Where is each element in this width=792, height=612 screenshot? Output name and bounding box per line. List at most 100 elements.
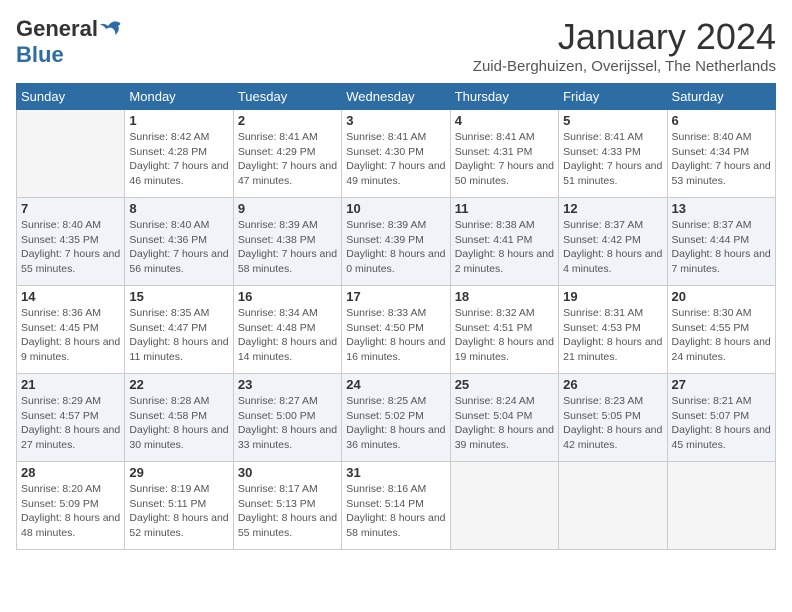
calendar-cell [17, 110, 125, 198]
calendar-week-row: 1 Sunrise: 8:42 AMSunset: 4:28 PMDaylight… [17, 110, 776, 198]
calendar-cell: 31Sunrise: 8:16 AMSunset: 5:14 PMDayligh… [342, 462, 450, 550]
day-detail: Sunrise: 8:42 AMSunset: 4:28 PMDaylight:… [129, 130, 228, 189]
logo-blue: Blue [16, 42, 64, 68]
day-number: 4 [455, 113, 554, 128]
calendar-cell: 19 Sunrise: 8:31 AMSunset: 4:53 PMDayligh… [559, 286, 667, 374]
logo-bird-icon [100, 20, 122, 38]
day-number: 30 [238, 465, 337, 480]
day-number: 23 [238, 377, 337, 392]
calendar-cell: 13 Sunrise: 8:37 AMSunset: 4:44 PMDayligh… [667, 198, 775, 286]
day-detail: Sunrise: 8:31 AMSunset: 4:53 PMDaylight:… [563, 306, 662, 365]
day-number: 7 [21, 201, 120, 216]
calendar-cell: 29 Sunrise: 8:19 AMSunset: 5:11 PMDayligh… [125, 462, 233, 550]
title-block: January 2024 Zuid-Berghuizen, Overijssel… [473, 16, 776, 75]
day-detail: Sunrise: 8:35 AMSunset: 4:47 PMDaylight:… [129, 306, 228, 365]
calendar-cell: 4 Sunrise: 8:41 AMSunset: 4:31 PMDaylight… [450, 110, 558, 198]
subtitle: Zuid-Berghuizen, Overijssel, The Netherl… [473, 58, 776, 75]
day-number: 11 [455, 201, 554, 216]
day-detail: Sunrise: 8:39 AMSunset: 4:38 PMDaylight:… [238, 218, 337, 277]
calendar-cell: 23Sunrise: 8:27 AMSunset: 5:00 PMDayligh… [233, 374, 341, 462]
logo: General Blue [16, 16, 122, 68]
calendar-cell: 15 Sunrise: 8:35 AMSunset: 4:47 PMDayligh… [125, 286, 233, 374]
day-number: 17 [346, 289, 445, 304]
day-detail: Sunrise: 8:21 AMSunset: 5:07 PMDaylight:… [672, 394, 771, 453]
day-detail: Sunrise: 8:41 AMSunset: 4:33 PMDaylight:… [563, 130, 662, 189]
day-number: 5 [563, 113, 662, 128]
day-number: 18 [455, 289, 554, 304]
day-detail: Sunrise: 8:41 AMSunset: 4:30 PMDaylight:… [346, 130, 445, 189]
day-number: 27 [672, 377, 771, 392]
day-detail: Sunrise: 8:40 AMSunset: 4:34 PMDaylight:… [672, 130, 771, 189]
day-number: 28 [21, 465, 120, 480]
month-title: January 2024 [473, 16, 776, 58]
calendar-cell: 2 Sunrise: 8:41 AMSunset: 4:29 PMDaylight… [233, 110, 341, 198]
day-detail: Sunrise: 8:29 AMSunset: 4:57 PMDaylight:… [21, 394, 120, 453]
calendar-table: SundayMondayTuesdayWednesdayThursdayFrid… [16, 83, 776, 550]
day-detail: Sunrise: 8:40 AMSunset: 4:35 PMDaylight:… [21, 218, 120, 277]
day-detail: Sunrise: 8:37 AMSunset: 4:44 PMDaylight:… [672, 218, 771, 277]
day-number: 19 [563, 289, 662, 304]
calendar-cell: 1 Sunrise: 8:42 AMSunset: 4:28 PMDaylight… [125, 110, 233, 198]
calendar-cell: 20 Sunrise: 8:30 AMSunset: 4:55 PMDayligh… [667, 286, 775, 374]
calendar-week-row: 7 Sunrise: 8:40 AMSunset: 4:35 PMDaylight… [17, 198, 776, 286]
day-number: 8 [129, 201, 228, 216]
calendar-week-row: 21Sunrise: 8:29 AMSunset: 4:57 PMDayligh… [17, 374, 776, 462]
day-header-tuesday: Tuesday [233, 84, 341, 110]
calendar-cell: 28 Sunrise: 8:20 AMSunset: 5:09 PMDayligh… [17, 462, 125, 550]
calendar-cell [667, 462, 775, 550]
day-number: 29 [129, 465, 228, 480]
calendar-cell: 10 Sunrise: 8:39 AMSunset: 4:39 PMDayligh… [342, 198, 450, 286]
calendar-cell: 12 Sunrise: 8:37 AMSunset: 4:42 PMDayligh… [559, 198, 667, 286]
day-detail: Sunrise: 8:16 AMSunset: 5:14 PMDaylight:… [346, 482, 445, 541]
day-number: 13 [672, 201, 771, 216]
day-detail: Sunrise: 8:40 AMSunset: 4:36 PMDaylight:… [129, 218, 228, 277]
day-number: 6 [672, 113, 771, 128]
day-detail: Sunrise: 8:38 AMSunset: 4:41 PMDaylight:… [455, 218, 554, 277]
calendar-cell: 22 Sunrise: 8:28 AMSunset: 4:58 PMDayligh… [125, 374, 233, 462]
day-number: 22 [129, 377, 228, 392]
calendar-cell: 14 Sunrise: 8:36 AMSunset: 4:45 PMDayligh… [17, 286, 125, 374]
day-detail: Sunrise: 8:19 AMSunset: 5:11 PMDaylight:… [129, 482, 228, 541]
day-number: 3 [346, 113, 445, 128]
calendar-cell: 3 Sunrise: 8:41 AMSunset: 4:30 PMDaylight… [342, 110, 450, 198]
calendar-cell: 11 Sunrise: 8:38 AMSunset: 4:41 PMDayligh… [450, 198, 558, 286]
day-detail: Sunrise: 8:32 AMSunset: 4:51 PMDaylight:… [455, 306, 554, 365]
day-number: 20 [672, 289, 771, 304]
day-header-wednesday: Wednesday [342, 84, 450, 110]
calendar-cell: 25 Sunrise: 8:24 AMSunset: 5:04 PMDayligh… [450, 374, 558, 462]
calendar-cell: 8 Sunrise: 8:40 AMSunset: 4:36 PMDaylight… [125, 198, 233, 286]
day-number: 14 [21, 289, 120, 304]
day-detail: Sunrise: 8:37 AMSunset: 4:42 PMDaylight:… [563, 218, 662, 277]
calendar-header-row: SundayMondayTuesdayWednesdayThursdayFrid… [17, 84, 776, 110]
calendar-cell: 26Sunrise: 8:23 AMSunset: 5:05 PMDayligh… [559, 374, 667, 462]
day-detail: Sunrise: 8:23 AMSunset: 5:05 PMDaylight:… [563, 394, 662, 453]
day-header-sunday: Sunday [17, 84, 125, 110]
day-number: 25 [455, 377, 554, 392]
calendar-cell: 6 Sunrise: 8:40 AMSunset: 4:34 PMDaylight… [667, 110, 775, 198]
day-number: 16 [238, 289, 337, 304]
day-number: 15 [129, 289, 228, 304]
day-number: 10 [346, 201, 445, 216]
calendar-cell: 18 Sunrise: 8:32 AMSunset: 4:51 PMDayligh… [450, 286, 558, 374]
logo-general: General [16, 16, 98, 42]
day-detail: Sunrise: 8:20 AMSunset: 5:09 PMDaylight:… [21, 482, 120, 541]
calendar-cell: 9Sunrise: 8:39 AMSunset: 4:38 PMDaylight… [233, 198, 341, 286]
day-number: 12 [563, 201, 662, 216]
calendar-cell: 17Sunrise: 8:33 AMSunset: 4:50 PMDayligh… [342, 286, 450, 374]
calendar-cell [559, 462, 667, 550]
day-header-friday: Friday [559, 84, 667, 110]
day-detail: Sunrise: 8:36 AMSunset: 4:45 PMDaylight:… [21, 306, 120, 365]
day-detail: Sunrise: 8:24 AMSunset: 5:04 PMDaylight:… [455, 394, 554, 453]
day-detail: Sunrise: 8:39 AMSunset: 4:39 PMDaylight:… [346, 218, 445, 277]
day-number: 24 [346, 377, 445, 392]
calendar-cell: 24Sunrise: 8:25 AMSunset: 5:02 PMDayligh… [342, 374, 450, 462]
day-detail: Sunrise: 8:41 AMSunset: 4:29 PMDaylight:… [238, 130, 337, 189]
day-header-monday: Monday [125, 84, 233, 110]
day-detail: Sunrise: 8:30 AMSunset: 4:55 PMDaylight:… [672, 306, 771, 365]
calendar-cell: 21Sunrise: 8:29 AMSunset: 4:57 PMDayligh… [17, 374, 125, 462]
day-detail: Sunrise: 8:41 AMSunset: 4:31 PMDaylight:… [455, 130, 554, 189]
day-detail: Sunrise: 8:28 AMSunset: 4:58 PMDaylight:… [129, 394, 228, 453]
day-header-thursday: Thursday [450, 84, 558, 110]
day-number: 2 [238, 113, 337, 128]
day-number: 1 [129, 113, 228, 128]
